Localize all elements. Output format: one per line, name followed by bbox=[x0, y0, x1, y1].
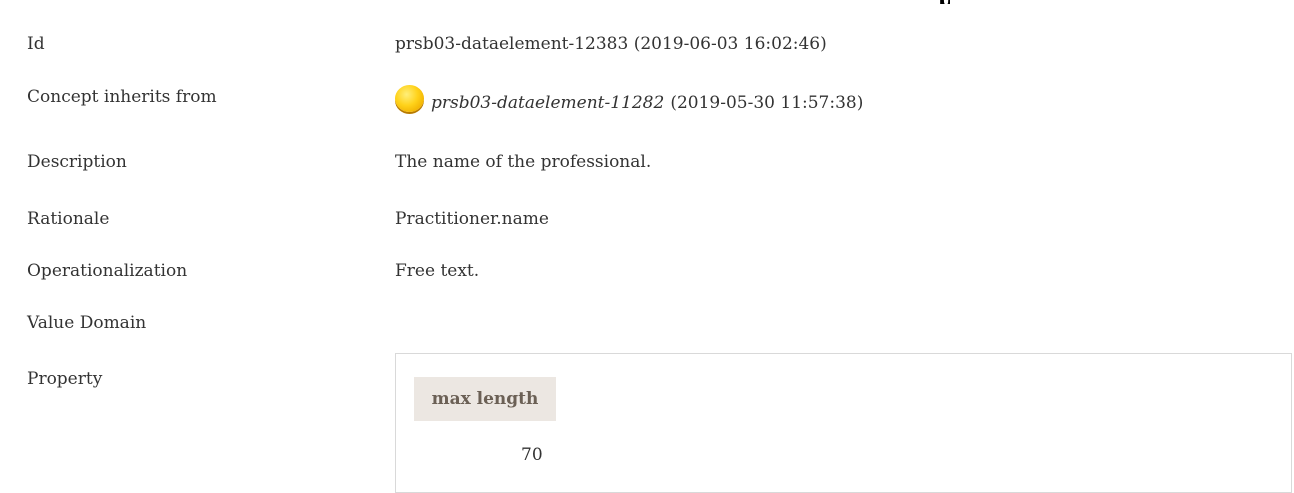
id-row: Id prsb03-dataelement-12383 (2019-06-03 … bbox=[27, 29, 1294, 59]
operationalization-value: Free text. bbox=[395, 261, 480, 281]
property-label: Property bbox=[27, 369, 103, 389]
max-length-header: max length bbox=[414, 377, 556, 421]
clipped-heading-fragment: p bbox=[938, 0, 950, 4]
concept-inherits-label: Concept inherits from bbox=[27, 87, 217, 107]
rationale-row: Rationale Practitioner.name bbox=[27, 204, 1294, 234]
description-value: The name of the professional. bbox=[395, 152, 652, 172]
description-row: Description The name of the professional… bbox=[27, 147, 1294, 177]
id-label: Id bbox=[27, 34, 45, 54]
max-length-value: 70 bbox=[521, 445, 543, 465]
value-domain-row: Value Domain bbox=[27, 308, 1294, 338]
inherited-concept-date: (2019-05-30 11:57:38) bbox=[670, 93, 864, 113]
concept-inherits-row: Concept inherits from prsb03-dataelement… bbox=[27, 84, 1294, 118]
description-label: Description bbox=[27, 152, 127, 172]
property-table: max length 70 bbox=[395, 353, 1292, 493]
status-circle-yellow-icon bbox=[395, 84, 424, 112]
value-domain-label: Value Domain bbox=[27, 313, 147, 333]
inherited-concept-link[interactable]: prsb03-dataelement-11282 bbox=[431, 93, 664, 113]
operationalization-label: Operationalization bbox=[27, 261, 188, 281]
rationale-label: Rationale bbox=[27, 209, 110, 229]
operationalization-row: Operationalization Free text. bbox=[27, 256, 1294, 286]
concept-inherits-value: prsb03-dataelement-11282 (2019-05-30 11:… bbox=[395, 84, 1294, 113]
id-value: prsb03-dataelement-12383 (2019-06-03 16:… bbox=[395, 34, 827, 54]
rationale-value: Practitioner.name bbox=[395, 209, 549, 229]
